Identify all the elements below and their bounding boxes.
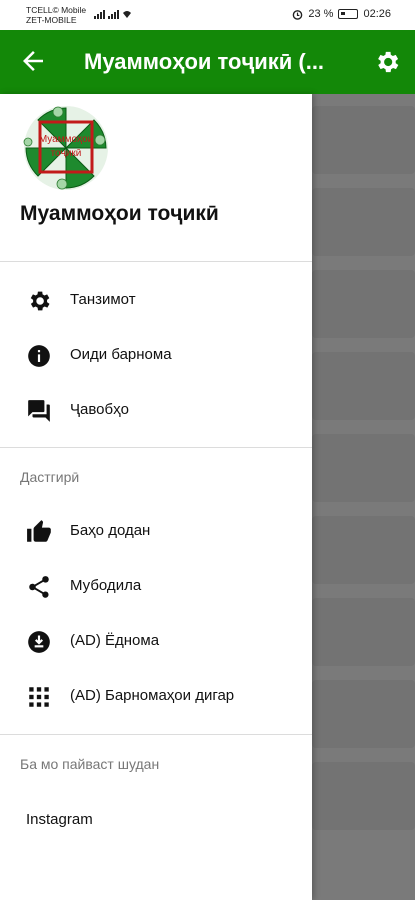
menu-item-reminder[interactable]: (AD) Ёднома bbox=[0, 615, 312, 667]
menu-item-share[interactable]: Мубодила bbox=[0, 560, 312, 612]
menu-item-rate[interactable]: Баҳо додан bbox=[0, 505, 312, 557]
list-card bbox=[312, 352, 415, 420]
thumb-up-icon bbox=[27, 520, 51, 542]
apps-grid-icon bbox=[29, 687, 49, 707]
settings-gear-icon[interactable] bbox=[373, 48, 401, 76]
info-icon bbox=[28, 345, 50, 367]
list-card bbox=[312, 188, 415, 256]
battery-percent: 23 % bbox=[308, 8, 334, 20]
menu-item-label: Танзимот bbox=[70, 291, 136, 308]
svg-text:тоҷикӣ: тоҷикӣ bbox=[51, 148, 82, 159]
menu-item-settings[interactable]: Танзимот bbox=[0, 274, 312, 326]
clock: 02:26 bbox=[363, 8, 391, 20]
section-header-contact: Ба мо пайваст шудан bbox=[20, 756, 160, 772]
list-card bbox=[312, 598, 415, 666]
status-bar: TCELL© Mobile ZET-MOBILE 23 % 02:26 bbox=[0, 0, 415, 30]
menu-item-label: (AD) Барномаҳои дигар bbox=[70, 687, 235, 704]
menu-item-label: Мубодила bbox=[70, 577, 142, 594]
list-card bbox=[312, 680, 415, 748]
signal-bars-2-icon bbox=[108, 10, 119, 19]
menu-item-other-apps[interactable]: (AD) Барномаҳои дигар bbox=[0, 670, 312, 722]
list-card bbox=[312, 106, 415, 174]
drawer-header-title: Муаммоҳои тоҷикӣ bbox=[20, 202, 219, 225]
navigation-drawer: Муаммоҳои тоҷикӣ Муаммоҳои тоҷикӣ Танзим… bbox=[0, 94, 312, 900]
alarm-icon bbox=[293, 9, 303, 20]
list-card bbox=[312, 762, 415, 830]
section-header-support: Дастгирӣ bbox=[20, 469, 80, 485]
menu-item-answers[interactable]: Ҷавобҳо bbox=[0, 384, 312, 436]
logo-text: Муаммоҳои bbox=[39, 134, 93, 145]
divider bbox=[0, 734, 312, 735]
status-right: 23 % 02:26 bbox=[292, 8, 391, 20]
carrier-name-1: TCELL© Mobile bbox=[26, 5, 87, 15]
app-logo: Муаммоҳои тоҷикӣ bbox=[23, 106, 108, 190]
signal-icons bbox=[94, 9, 132, 19]
share-icon bbox=[29, 576, 49, 598]
wifi-icon bbox=[123, 11, 131, 18]
menu-item-label: Баҳо додан bbox=[70, 522, 151, 539]
chat-icon bbox=[28, 400, 50, 422]
list-card bbox=[312, 516, 415, 584]
signal-bars-icon bbox=[94, 10, 105, 19]
app-bar-title: Муаммоҳои тоҷикӣ (... bbox=[84, 49, 325, 74]
menu-item-label: (AD) Ёднома bbox=[70, 632, 160, 649]
menu-item-label: Оиди барнома bbox=[70, 346, 172, 363]
divider bbox=[0, 447, 312, 448]
menu-item-about[interactable]: Оиди барнома bbox=[0, 329, 312, 381]
divider bbox=[0, 261, 312, 262]
list-card bbox=[312, 434, 415, 502]
menu-item-label: Ҷавобҳо bbox=[70, 401, 129, 418]
battery-icon bbox=[338, 9, 359, 19]
menu-item-instagram[interactable]: Instagram bbox=[26, 811, 93, 828]
gear-icon bbox=[30, 291, 50, 311]
list-card bbox=[312, 270, 415, 338]
carrier-info: TCELL© Mobile ZET-MOBILE bbox=[26, 5, 86, 25]
back-arrow-icon[interactable] bbox=[18, 46, 48, 76]
carrier-name-2: ZET-MOBILE bbox=[26, 15, 77, 25]
download-icon bbox=[28, 631, 50, 653]
app-bar: Муаммоҳои тоҷикӣ (... bbox=[0, 30, 415, 94]
